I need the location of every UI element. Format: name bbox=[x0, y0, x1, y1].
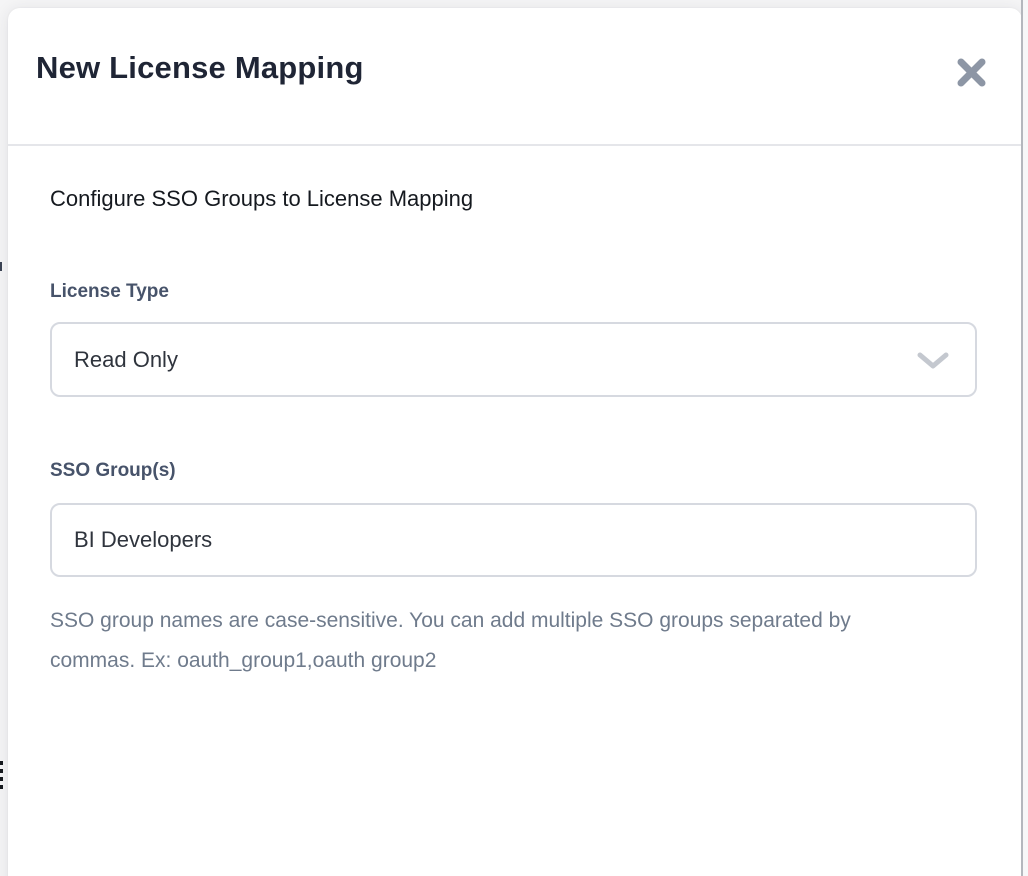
sso-groups-input[interactable] bbox=[50, 503, 977, 577]
license-type-selected-value: Read Only bbox=[74, 347, 178, 373]
clipped-list-icon bbox=[0, 761, 4, 793]
license-type-label: License Type bbox=[50, 281, 169, 303]
page-edge-line bbox=[1021, 0, 1023, 876]
new-license-mapping-dialog: New License Mapping Configure SSO Groups… bbox=[8, 8, 1022, 876]
x-icon bbox=[956, 57, 987, 88]
clipped-page-fragment bbox=[0, 262, 2, 271]
close-button[interactable] bbox=[953, 54, 989, 90]
license-type-select[interactable]: Read Only bbox=[50, 322, 977, 397]
sso-groups-helper-text: SSO group names are case-sensitive. You … bbox=[50, 601, 890, 681]
dialog-body: Configure SSO Groups to License Mapping … bbox=[8, 146, 1022, 876]
page-edge-sliver bbox=[1023, 0, 1028, 876]
sso-groups-label: SSO Group(s) bbox=[50, 460, 176, 482]
dialog-header: New License Mapping bbox=[8, 8, 1022, 144]
screen: New License Mapping Configure SSO Groups… bbox=[0, 0, 1028, 876]
config-description: Configure SSO Groups to License Mapping bbox=[50, 186, 473, 212]
dialog-title: New License Mapping bbox=[36, 50, 364, 86]
chevron-down-icon bbox=[917, 352, 949, 369]
